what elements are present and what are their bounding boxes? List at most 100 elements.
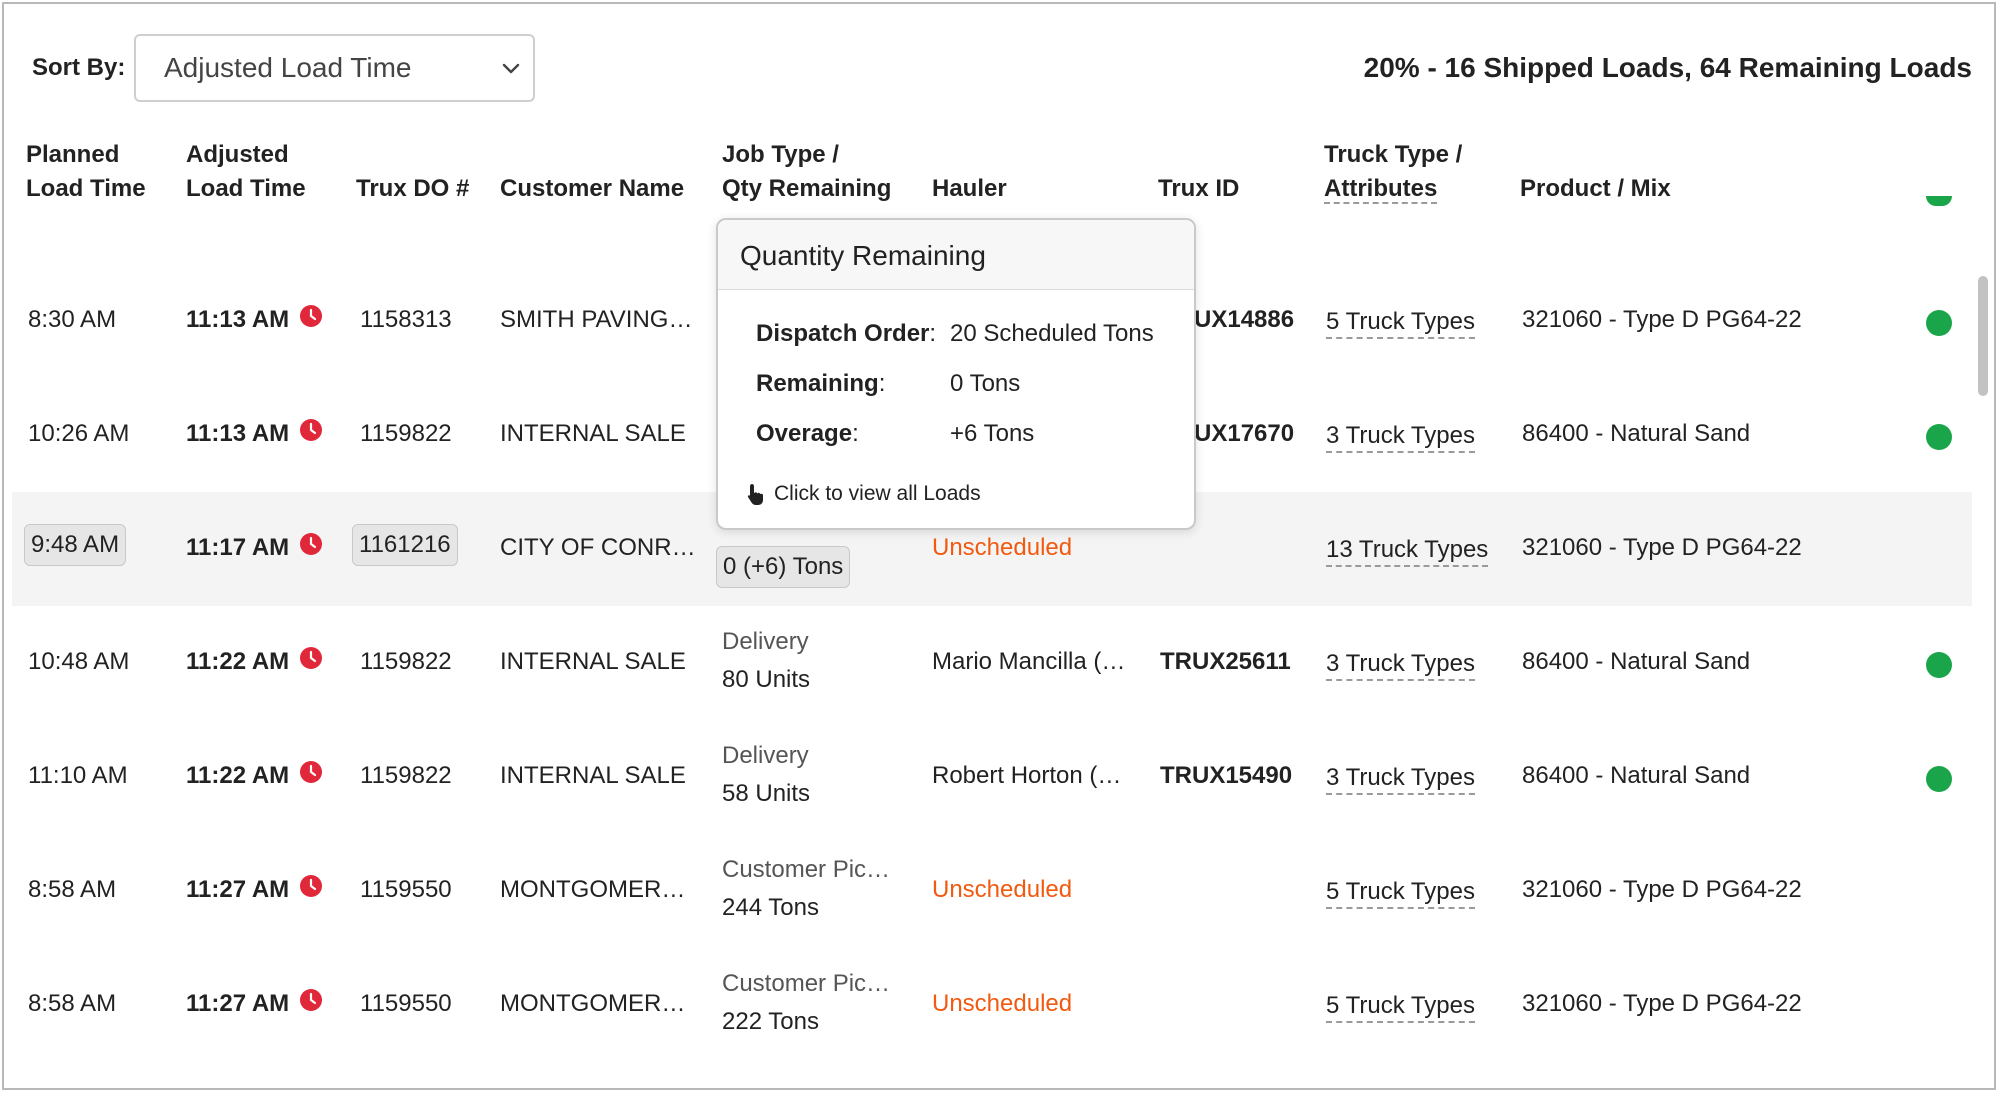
col-job-type-qty[interactable]: Job Type / Qty Remaining bbox=[722, 138, 891, 206]
col-trux-do[interactable]: Trux DO # bbox=[356, 172, 469, 206]
col-customer-name[interactable]: Customer Name bbox=[500, 172, 684, 206]
qty-remaining[interactable]: 0 (+6) Tons bbox=[716, 546, 851, 588]
truck-types[interactable]: 5 Truck Types bbox=[1326, 992, 1475, 1023]
remaining-row: Remaining: bbox=[756, 370, 886, 397]
trux-do-number[interactable]: 1159822 bbox=[360, 648, 452, 676]
popover-title: Quantity Remaining bbox=[718, 220, 1194, 290]
product-mix: 86400 - Natural Sand bbox=[1522, 420, 1751, 447]
product-mix: 321060 - Type D PG64-22 bbox=[1522, 306, 1802, 333]
truck-types[interactable]: 3 Truck Types bbox=[1326, 764, 1475, 795]
status-dot bbox=[1926, 310, 1952, 336]
trux-do-number[interactable]: 1159822 bbox=[360, 420, 452, 448]
table-row[interactable]: 10:48 AM 11:22 AM 1159822 INTERNAL SALE … bbox=[12, 606, 1972, 720]
hauler: Mario Mancilla (… bbox=[932, 648, 1126, 675]
col-truck-type-attributes[interactable]: Truck Type / Attributes bbox=[1324, 138, 1462, 206]
table-row[interactable]: 8:58 AM 11:27 AM 1159550 MONTGOMER… Cust… bbox=[12, 834, 1972, 948]
trux-do-number[interactable]: 1158313 bbox=[360, 306, 452, 334]
truck-types[interactable]: 5 Truck Types bbox=[1326, 878, 1475, 909]
truck-types[interactable]: 5 Truck Types bbox=[1326, 308, 1475, 339]
clock-icon bbox=[300, 419, 323, 441]
clock-icon bbox=[300, 875, 323, 897]
sort-by-value: Adjusted Load Time bbox=[164, 52, 412, 83]
customer-name: SMITH PAVING… bbox=[500, 306, 693, 333]
customer-name: INTERNAL SALE bbox=[500, 420, 686, 447]
dispatch-order-value: 20 Scheduled Tons bbox=[950, 320, 1154, 347]
status-dot bbox=[1926, 766, 1952, 792]
truck-types[interactable]: 13 Truck Types bbox=[1326, 536, 1489, 567]
truck-types[interactable]: 3 Truck Types bbox=[1326, 650, 1475, 681]
hauler-unscheduled[interactable]: Unscheduled bbox=[932, 876, 1072, 904]
hauler: Robert Horton (… bbox=[932, 762, 1122, 789]
dispatch-board: Sort By: Adjusted Load Time 20% - 16 Shi… bbox=[2, 2, 1996, 1090]
planned-load-time: 10:48 AM bbox=[28, 648, 130, 675]
qty-remaining[interactable]: 58 Units bbox=[722, 780, 810, 808]
customer-name: MONTGOMER… bbox=[500, 876, 686, 903]
truck-types[interactable]: 3 Truck Types bbox=[1326, 422, 1475, 453]
planned-load-time: 9:48 AM bbox=[24, 524, 127, 566]
qty-remaining[interactable]: 244 Tons bbox=[722, 894, 819, 922]
status-dot bbox=[1926, 424, 1952, 450]
hauler-unscheduled[interactable]: Unscheduled bbox=[932, 534, 1072, 562]
dispatch-order-row: Dispatch Order: bbox=[756, 320, 937, 347]
job-type: Delivery bbox=[722, 742, 809, 769]
hauler-unscheduled[interactable]: Unscheduled bbox=[932, 990, 1072, 1018]
trux-do-number[interactable]: 1159550 bbox=[360, 990, 452, 1018]
adjusted-load-time: 11:13 AM bbox=[186, 305, 323, 334]
trux-do-number[interactable]: 1159550 bbox=[360, 876, 452, 904]
quantity-remaining-popover: Quantity Remaining Dispatch Order: 20 Sc… bbox=[716, 218, 1196, 530]
planned-load-time: 8:58 AM bbox=[28, 876, 117, 903]
table-row[interactable]: 11:10 AM 11:22 AM 1159822 INTERNAL SALE … bbox=[12, 720, 1972, 834]
planned-load-time: 11:10 AM bbox=[28, 762, 128, 789]
view-all-loads-link[interactable]: Click to view all Loads bbox=[746, 482, 981, 506]
table-row[interactable]: 8:58 AM 11:27 AM 1159550 MONTGOMER… Cust… bbox=[12, 948, 1972, 1062]
adjusted-load-time: 11:22 AM bbox=[186, 761, 323, 790]
product-mix: 86400 - Natural Sand bbox=[1522, 762, 1751, 789]
planned-load-time: 8:58 AM bbox=[28, 990, 117, 1017]
sort-by-label: Sort By: bbox=[32, 54, 126, 81]
trux-id[interactable]: TRUX25611 bbox=[1160, 648, 1291, 676]
clock-icon bbox=[300, 761, 323, 783]
customer-name: INTERNAL SALE bbox=[500, 648, 686, 675]
clock-icon bbox=[300, 989, 323, 1011]
trux-do-number[interactable]: 1159822 bbox=[360, 762, 452, 790]
qty-remaining[interactable]: 80 Units bbox=[722, 666, 810, 694]
product-mix: 321060 - Type D PG64-22 bbox=[1522, 534, 1802, 561]
vertical-scrollbar[interactable] bbox=[1978, 276, 1988, 396]
adjusted-load-time: 11:17 AM bbox=[186, 533, 323, 562]
adjusted-load-time: 11:22 AM bbox=[186, 647, 323, 676]
product-mix: 86400 - Natural Sand bbox=[1522, 648, 1751, 675]
col-hauler[interactable]: Hauler bbox=[932, 172, 1007, 206]
job-type: Customer Pic… bbox=[722, 970, 891, 997]
customer-name: INTERNAL SALE bbox=[500, 762, 686, 789]
job-type: Delivery bbox=[722, 628, 809, 655]
product-mix: 321060 - Type D PG64-22 bbox=[1522, 990, 1802, 1017]
adjusted-load-time: 11:27 AM bbox=[186, 875, 323, 904]
remaining-value: 0 Tons bbox=[950, 370, 1021, 397]
trux-do-number[interactable]: 1161216 bbox=[352, 524, 458, 566]
customer-name: MONTGOMER… bbox=[500, 990, 686, 1017]
load-summary: 20% - 16 Shipped Loads, 64 Remaining Loa… bbox=[1363, 52, 1972, 83]
col-adjusted-load-time[interactable]: Adjusted Load Time bbox=[186, 138, 306, 206]
trux-id[interactable]: UX14886 bbox=[1194, 306, 1294, 334]
overage-row: Overage: bbox=[756, 420, 859, 447]
col-trux-id[interactable]: Trux ID bbox=[1158, 172, 1239, 206]
col-planned-load-time[interactable]: Planned Load Time bbox=[26, 138, 146, 206]
clock-icon bbox=[300, 647, 323, 669]
sort-by-select[interactable]: Adjusted Load Time bbox=[134, 34, 535, 102]
col-product-mix[interactable]: Product / Mix bbox=[1520, 172, 1671, 206]
planned-load-time: 8:30 AM bbox=[28, 306, 117, 333]
qty-remaining[interactable]: 222 Tons bbox=[722, 1008, 819, 1036]
customer-name: CITY OF CONR… bbox=[500, 534, 696, 561]
status-dot bbox=[1926, 652, 1952, 678]
clock-icon bbox=[300, 533, 323, 555]
chevron-down-icon bbox=[502, 63, 520, 74]
status-dot bbox=[1926, 196, 1952, 206]
job-type: Customer Pic… bbox=[722, 856, 891, 883]
adjusted-load-time: 11:13 AM bbox=[186, 419, 323, 448]
trux-id[interactable]: TRUX15490 bbox=[1160, 762, 1292, 790]
overage-value: +6 Tons bbox=[950, 420, 1035, 447]
adjusted-load-time: 11:27 AM bbox=[186, 989, 323, 1018]
trux-id[interactable]: UX17670 bbox=[1194, 420, 1294, 448]
product-mix: 321060 - Type D PG64-22 bbox=[1522, 876, 1802, 903]
planned-load-time: 10:26 AM bbox=[28, 420, 130, 447]
